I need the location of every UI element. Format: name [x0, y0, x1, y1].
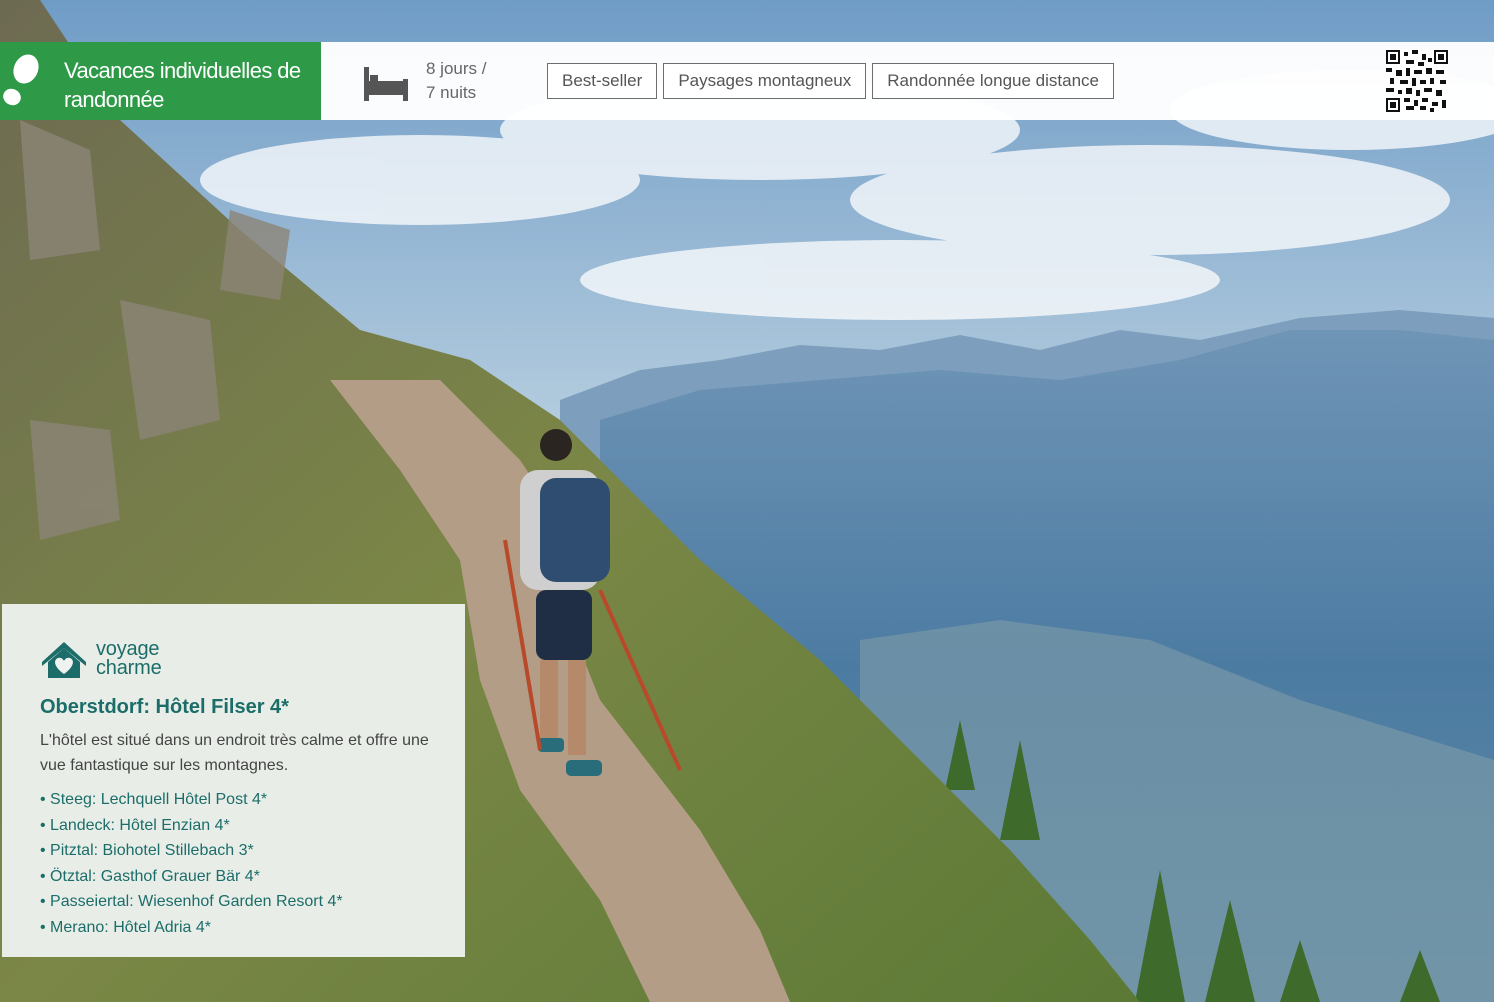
- list-item: Pitztal: Biohotel Stillebach 3*: [40, 838, 343, 864]
- footprint-icon: [2, 53, 42, 114]
- tag-paysages-montagneux[interactable]: Paysages montagneux: [663, 63, 867, 99]
- qr-code-icon[interactable]: [1386, 50, 1448, 112]
- logo-line-charme: charme: [96, 657, 162, 679]
- bed-icon: [364, 67, 408, 106]
- tag-list: Best-seller Paysages montagneux Randonné…: [547, 63, 1114, 99]
- duration-days: 8 jours /: [426, 59, 487, 78]
- tag-best-seller[interactable]: Best-seller: [547, 63, 658, 99]
- list-item: Ötztal: Gasthof Grauer Bär 4*: [40, 864, 343, 890]
- hotel-title: Oberstdorf: Hôtel Filser 4*: [40, 696, 289, 718]
- list-item: Landeck: Hôtel Enzian 4*: [40, 813, 343, 839]
- tag-randonnee-longue-distance[interactable]: Randonnée longue distance: [872, 63, 1114, 99]
- stop-list: Steeg: Lechquell Hôtel Post 4* Landeck: …: [40, 787, 343, 940]
- hotel-info-box: voyage charme Oberstdorf: Hôtel Filser 4…: [2, 604, 465, 957]
- list-item: Merano: Hôtel Adria 4*: [40, 915, 343, 941]
- brand-title: Vacances individuelles de randonnée: [64, 58, 301, 112]
- duration-nights: 7 nuits: [426, 83, 477, 102]
- hotel-description: L'hôtel est situé dans un endroit très c…: [40, 732, 429, 774]
- list-item: Steeg: Lechquell Hôtel Post 4*: [40, 787, 343, 813]
- house-heart-icon: [42, 642, 86, 678]
- voyage-charme-logo: voyage charme: [40, 639, 162, 680]
- top-bar: Vacances individuelles de randonnée 8 jo…: [0, 42, 1494, 120]
- list-item: Passeiertal: Wiesenhof Garden Resort 4*: [40, 889, 343, 915]
- brand-banner: Vacances individuelles de randonnée: [0, 42, 321, 120]
